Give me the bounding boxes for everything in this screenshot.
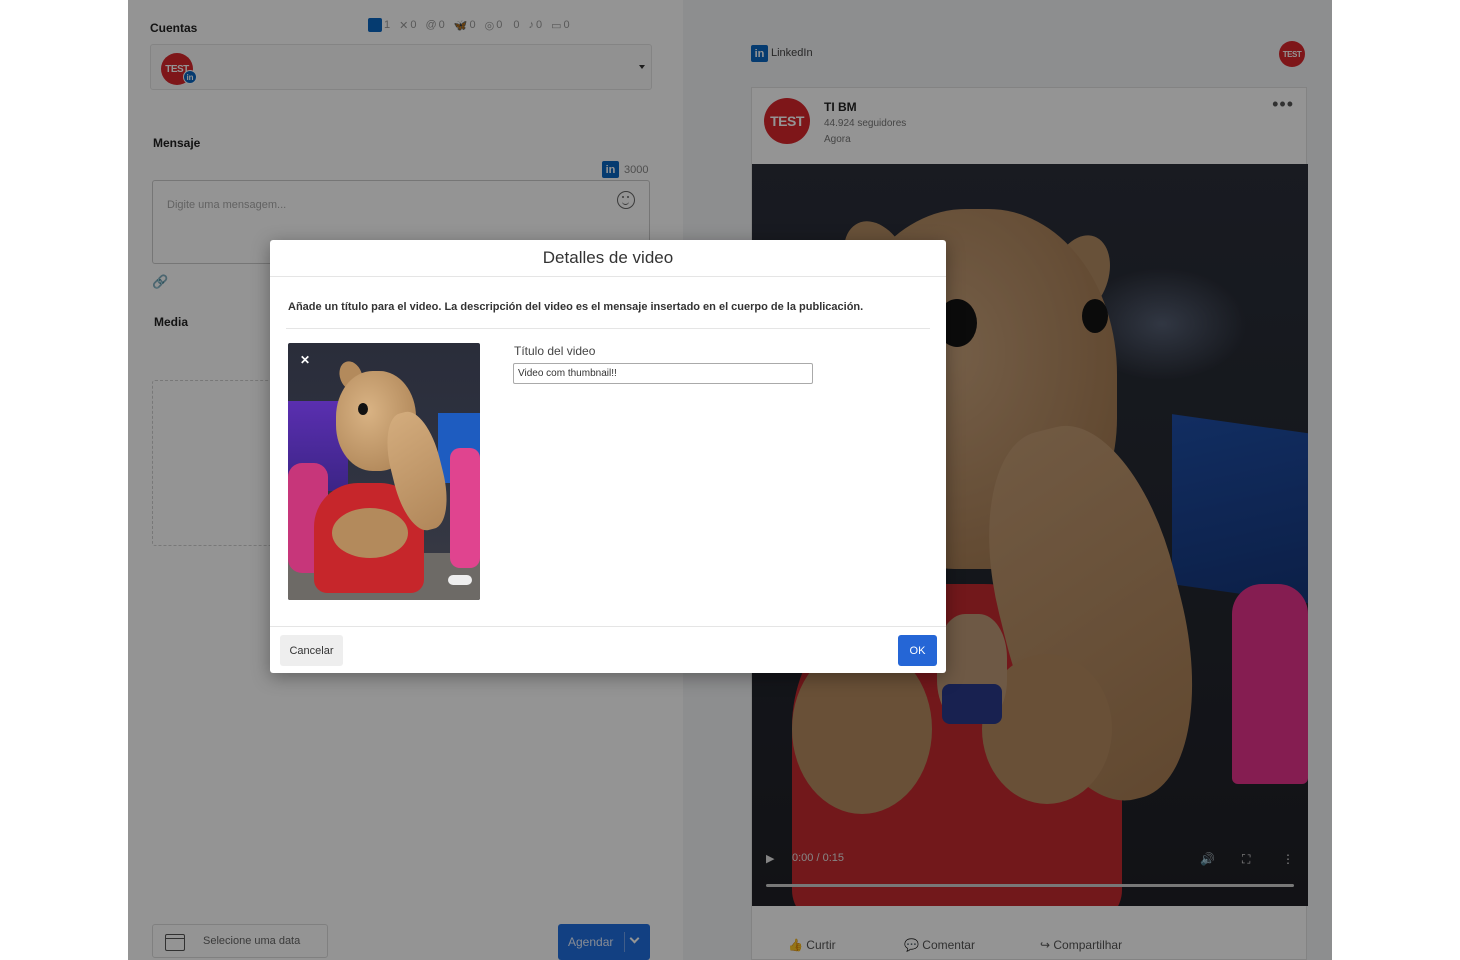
page: Cuentas 1 ✕ 0 @0 🦋 0 ◎ 0 0 ♪ 0 ▭ 0 TEST in Me… <box>0 0 1460 960</box>
video-title-label: Título del video <box>514 344 596 358</box>
thumbnail-shoe <box>448 575 472 585</box>
dialog-description: Añade un título para el video. La descri… <box>288 301 864 313</box>
dialog-footer-divider <box>270 626 946 627</box>
mascot-eye <box>358 403 368 415</box>
thumbnail-bg-person <box>450 448 480 568</box>
video-thumbnail: ✕ <box>288 343 480 600</box>
divider <box>286 328 930 329</box>
close-icon[interactable]: ✕ <box>296 351 314 369</box>
ok-button[interactable]: OK <box>898 635 937 666</box>
video-details-dialog: Detalles de video Añade un título para e… <box>270 240 946 673</box>
mascot-arm <box>332 508 408 558</box>
video-title-input[interactable] <box>513 363 813 384</box>
cancel-button[interactable]: Cancelar <box>280 635 343 666</box>
dialog-header: Detalles de video <box>270 240 946 277</box>
dialog-title: Detalles de video <box>542 248 674 267</box>
